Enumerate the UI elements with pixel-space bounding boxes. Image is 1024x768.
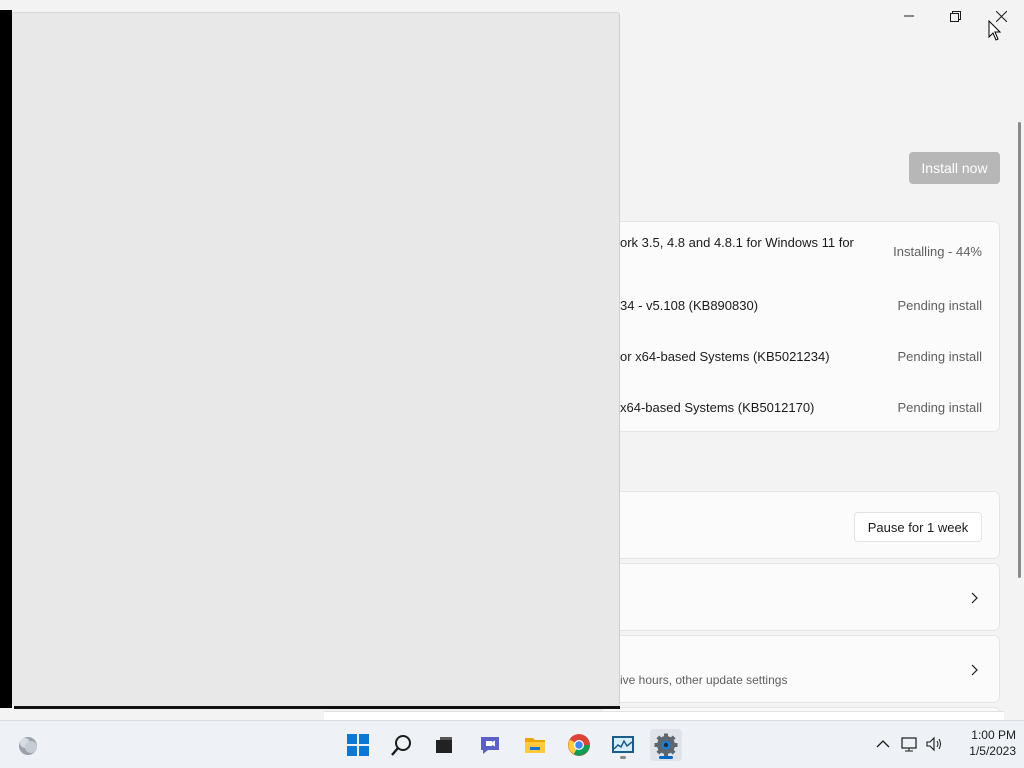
advanced-options-subtitle: ive hours, other update settings [620, 673, 788, 687]
minimize-icon [904, 15, 914, 17]
pause-button[interactable]: Pause for 1 week [854, 512, 982, 542]
update-name: 34 - v5.108 (KB890830) [620, 298, 759, 313]
network-button[interactable] [901, 735, 919, 753]
resource-monitor-button[interactable] [607, 729, 639, 761]
chat-icon [481, 737, 499, 754]
volume-button[interactable] [926, 735, 944, 753]
search-button[interactable] [386, 729, 418, 761]
window-strip [324, 711, 1004, 720]
start-icon [347, 734, 369, 756]
clock-time: 1:00 PM [971, 728, 1016, 742]
chrome-icon [568, 734, 590, 756]
chevron-right-icon [968, 591, 982, 605]
chrome-button[interactable] [563, 729, 595, 761]
scrollbar[interactable] [1018, 122, 1021, 578]
chat-button[interactable] [474, 729, 506, 761]
install-now-button[interactable]: Install now [909, 152, 1000, 184]
weather-icon [19, 737, 37, 755]
minimize-button[interactable] [886, 4, 932, 28]
window-border [14, 706, 620, 709]
update-history-card[interactable] [600, 563, 1000, 631]
file-explorer-button[interactable] [519, 729, 551, 761]
clock-date: 1/5/2023 [969, 744, 1016, 758]
mouse-cursor-icon [988, 20, 1002, 41]
taskbar-clock[interactable]: 1:00 PM 1/5/2023 [952, 727, 1016, 759]
restore-button[interactable] [932, 4, 978, 28]
blank-window[interactable] [12, 12, 620, 708]
resource-monitor-icon [612, 736, 634, 753]
taskbar [0, 720, 1024, 768]
chevron-right-icon [968, 663, 982, 677]
start-button[interactable] [342, 729, 374, 761]
update-status: Pending install [897, 298, 982, 313]
update-status: Installing - 44% [893, 244, 982, 259]
update-name: x64-based Systems (KB5012170) [620, 400, 815, 415]
task-view-button[interactable] [428, 729, 460, 761]
advanced-options-card[interactable] [600, 635, 1000, 703]
chevron-up-icon [876, 740, 890, 748]
update-name: ork 3.5, 4.8 and 4.8.1 for Windows 11 fo… [620, 235, 854, 250]
update-status: Pending install [897, 349, 982, 364]
settings-button[interactable] [650, 729, 682, 761]
window-edge [0, 10, 12, 708]
active-indicator [659, 756, 673, 759]
settings-icon [654, 733, 678, 757]
update-name: or x64-based Systems (KB5021234) [620, 349, 830, 364]
show-hidden-icons-button[interactable] [874, 735, 892, 753]
weather-widget[interactable] [12, 729, 44, 761]
network-icon [901, 737, 917, 752]
running-indicator [620, 756, 626, 759]
file-explorer-icon [525, 738, 545, 753]
task-view-icon [436, 737, 452, 753]
update-status: Pending install [897, 400, 982, 415]
restore-icon [949, 10, 961, 22]
volume-icon [926, 736, 941, 752]
search-icon [391, 735, 411, 756]
